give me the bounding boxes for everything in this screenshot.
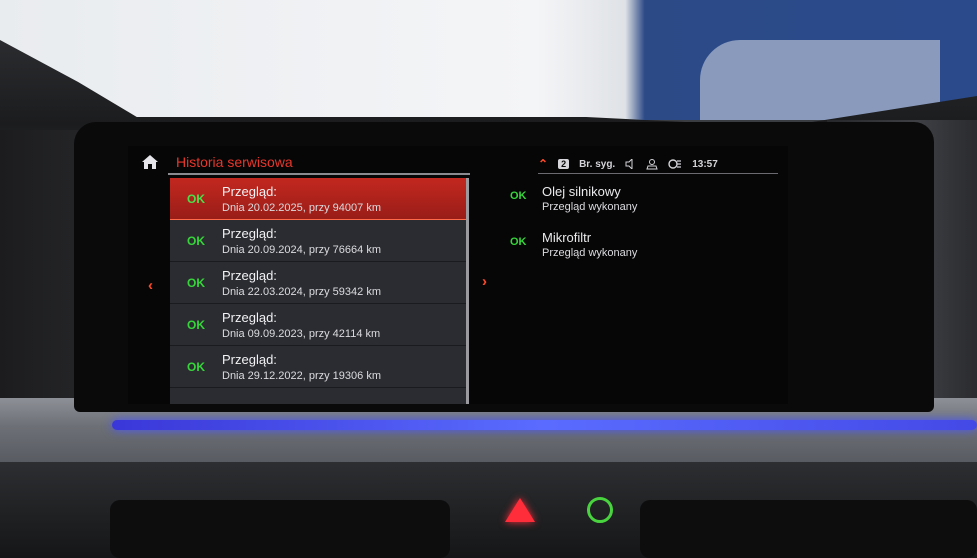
row-title: Przegląd: <box>222 184 277 199</box>
hazard-button-icon[interactable] <box>505 498 535 522</box>
profile-number: 2 <box>558 159 570 169</box>
ok-badge: OK <box>187 192 205 206</box>
traffic-button-icon[interactable] <box>587 497 613 523</box>
detail-name: Olej silnikowy <box>542 184 621 199</box>
page-title: Historia serwisowa <box>176 154 293 170</box>
list-item[interactable]: OK Przegląd: Dnia 09.09.2023, przy 42114… <box>170 304 468 346</box>
detail-item: OK Mikrofiltr Przegląd wykonany <box>510 230 770 276</box>
chevron-left-icon[interactable]: ‹ <box>148 277 153 294</box>
list-item[interactable] <box>170 388 468 404</box>
clock: 13:57 <box>692 158 718 170</box>
list-item[interactable]: OK Przegląd: Dnia 29.12.2022, przy 19306… <box>170 346 468 388</box>
connectivity-icon <box>668 159 682 169</box>
detail-status: Przegląd wykonany <box>542 247 638 259</box>
user-icon <box>646 158 658 169</box>
row-title: Przegląd: <box>222 310 277 325</box>
mute-icon <box>625 159 633 169</box>
row-detail: Dnia 22.03.2024, przy 59342 km <box>222 286 381 298</box>
ok-badge: OK <box>187 360 205 374</box>
status-bar: ⌃ 2 Br. syg. 13:57 <box>538 154 718 174</box>
row-detail: Dnia 09.09.2023, przy 42114 km <box>222 328 381 340</box>
row-detail: Dnia 20.09.2024, przy 76664 km <box>222 244 381 256</box>
chevron-right-icon[interactable]: › <box>482 273 487 290</box>
right-air-vent <box>640 500 977 558</box>
ok-badge: OK <box>187 234 205 248</box>
list-item[interactable]: OK Przegląd: Dnia 20.09.2024, przy 76664… <box>170 220 468 262</box>
signal-label: Br. syg. <box>579 158 616 170</box>
detail-item: OK Olej silnikowy Przegląd wykonany <box>510 184 770 230</box>
detail-status: Przegląd wykonany <box>542 201 638 213</box>
service-history-list: OK Przegląd: Dnia 20.02.2025, przy 94007… <box>170 178 468 404</box>
ok-badge: OK <box>510 190 527 202</box>
list-item[interactable]: OK Przegląd: Dnia 20.02.2025, przy 94007… <box>170 178 468 220</box>
row-detail: Dnia 20.02.2025, przy 94007 km <box>222 202 381 214</box>
row-title: Przegląd: <box>222 226 277 241</box>
row-title: Przegląd: <box>222 352 277 367</box>
ambient-light-strip <box>112 420 977 430</box>
list-item[interactable]: OK Przegląd: Dnia 22.03.2024, przy 59342… <box>170 262 468 304</box>
ok-badge: OK <box>510 236 527 248</box>
title-divider <box>168 173 470 175</box>
ok-badge: OK <box>187 318 205 332</box>
status-divider <box>538 173 778 174</box>
ok-badge: OK <box>187 276 205 290</box>
row-title: Przegląd: <box>222 268 277 283</box>
left-air-vent <box>110 500 450 558</box>
infotainment-screen: Historia serwisowa ⌃ 2 Br. syg. 13:57 ‹ … <box>128 146 788 404</box>
home-icon[interactable] <box>142 155 158 169</box>
row-detail: Dnia 29.12.2022, przy 19306 km <box>222 370 381 382</box>
service-details-panel: OK Olej silnikowy Przegląd wykonany OK M… <box>510 184 770 276</box>
title-bar: Historia serwisowa ⌃ 2 Br. syg. 13:57 <box>128 146 788 175</box>
detail-name: Mikrofiltr <box>542 230 592 245</box>
scrollbar[interactable] <box>466 178 469 404</box>
chevron-up-icon[interactable]: ⌃ <box>538 157 548 171</box>
